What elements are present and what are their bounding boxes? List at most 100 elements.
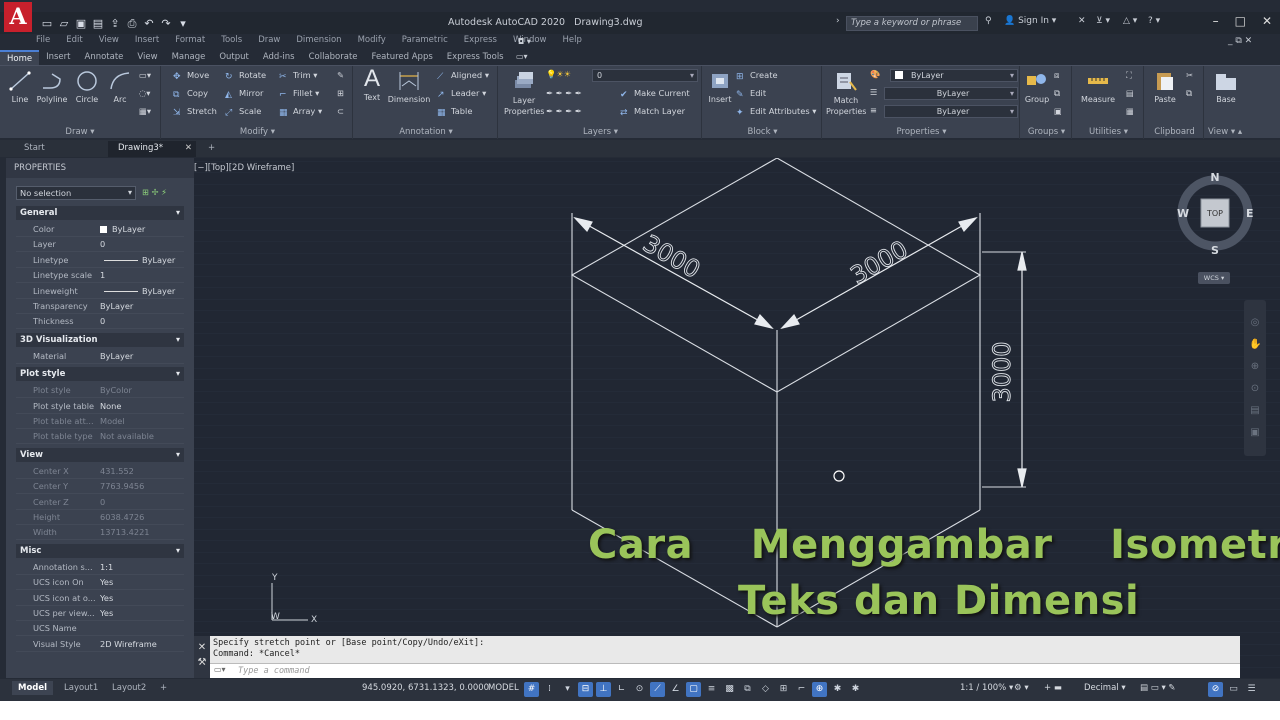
ribbon-tab-manage[interactable]: Manage — [165, 50, 213, 65]
menu-parametric[interactable]: Parametric — [402, 35, 448, 49]
stay-connected-icon[interactable]: △ ▾ — [1123, 16, 1137, 26]
model-layout-tab[interactable]: Model — [12, 681, 54, 695]
table-button[interactable]: ▦ Table — [437, 106, 472, 118]
ribbon-tab-annotate[interactable]: Annotate — [78, 50, 131, 65]
workspace-toggle-icon[interactable]: ◘ ▾ — [518, 37, 531, 46]
measure-tool[interactable]: Measure — [1078, 70, 1118, 104]
fullscreen-icon[interactable]: ▭ — [1226, 682, 1241, 697]
fillet-button[interactable]: ⌐ Fillet ▾ — [279, 88, 319, 100]
property-row[interactable]: Visual Style 2D Wireframe — [16, 637, 184, 652]
transparency-icon[interactable]: ▩ — [722, 682, 737, 697]
layout2-tab[interactable]: Layout2 — [106, 681, 152, 695]
property-row[interactable]: Linetype scale 1 — [16, 268, 184, 284]
layer-tools-row1[interactable]: ✒ ✒ ✒ ✒ — [546, 88, 582, 98]
compass-east[interactable]: E — [1246, 207, 1254, 220]
circle-tool[interactable]: Circle — [72, 70, 102, 104]
redo-icon[interactable]: ↷ — [159, 17, 173, 30]
customization-icon[interactable]: ☰ — [1244, 682, 1259, 697]
quick-select-icon[interactable]: ⛶ — [1126, 70, 1132, 81]
property-row[interactable]: Center Y 7763.9456 — [16, 479, 184, 495]
array-button[interactable]: ▦ Array ▾ — [279, 106, 322, 118]
ungroup-icon[interactable]: ⧈ — [1054, 70, 1059, 81]
selection-dropdown[interactable]: No selection — [16, 186, 136, 200]
command-input[interactable]: Type a command — [210, 663, 1240, 678]
layer-dropdown[interactable]: 0 — [592, 69, 698, 82]
new-tab-icon[interactable]: + — [202, 141, 220, 157]
arc-tool[interactable]: Arc — [108, 70, 132, 104]
property-row[interactable]: Center Z 0 — [16, 495, 184, 510]
lineweight-icon[interactable]: ☰ — [870, 87, 877, 97]
line-tool[interactable]: Line — [8, 70, 32, 104]
annotation-monitor-icon[interactable]: + ▬ — [1044, 683, 1062, 693]
ribbon-tab-featured-apps[interactable]: Featured Apps — [365, 50, 440, 65]
doc-window-controls[interactable]: _ ⧉ ✕ — [1228, 36, 1252, 46]
property-value[interactable]: 2D Wireframe — [100, 637, 157, 652]
section-general[interactable]: General — [16, 206, 184, 220]
snap-dropdown-icon[interactable]: ▾ — [560, 682, 575, 697]
command-recent-icon[interactable]: ▭▾ — [214, 665, 226, 674]
add-layout-icon[interactable]: + — [154, 681, 173, 695]
clean-screen-icon[interactable]: ⊘ — [1208, 682, 1223, 697]
command-line-controls[interactable]: ✕ ⚒ — [194, 636, 210, 678]
cart-icon[interactable]: ⊻ ▾ — [1096, 16, 1110, 26]
view-panel-label[interactable]: View ▾ ▴ — [1206, 127, 1254, 137]
close-command-icon[interactable]: ✕ — [194, 642, 210, 653]
ribbon-tab-collaborate[interactable]: Collaborate — [302, 50, 365, 65]
workspace-switch-icon[interactable]: ⚙ ▾ — [1014, 683, 1029, 693]
dimension-text-vertical[interactable]: 3000 — [988, 341, 1017, 403]
auto-scale-icon[interactable]: ✱ — [848, 682, 863, 697]
web-mobile-icon[interactable]: ⇪ — [108, 17, 122, 30]
edit-attributes-button[interactable]: ✦ Edit Attributes ▾ — [736, 106, 816, 118]
grid-icon[interactable]: # — [524, 682, 539, 697]
property-row[interactable]: Material ByLayer — [16, 349, 184, 364]
wcs-menu-button[interactable]: WCS ▾ — [1198, 272, 1230, 284]
property-value[interactable]: 431.552 — [100, 464, 134, 479]
layers-panel-label[interactable]: Layers ▾ — [500, 127, 701, 137]
property-value[interactable]: 0 — [100, 237, 105, 252]
gradient-icon[interactable]: ▦▾ — [139, 106, 151, 116]
move-button[interactable]: ✥ Move — [173, 70, 209, 82]
leader-button[interactable]: ↗ Leader ▾ — [437, 88, 486, 100]
ortho-icon[interactable]: ∟ — [614, 682, 629, 697]
property-row[interactable]: Linetype ByLayer — [16, 253, 184, 268]
annotation-scale[interactable]: 1:1 / 100% ▾ — [960, 683, 1013, 693]
mirror-button[interactable]: ◭ Mirror — [225, 88, 263, 100]
match-layer-button[interactable]: ⇄ Match Layer — [620, 106, 685, 118]
property-value[interactable]: 0 — [100, 495, 105, 510]
property-value[interactable]: Not available — [100, 429, 154, 444]
ribbon-tab-express-tools[interactable]: Express Tools — [440, 50, 511, 65]
search-chevron-icon[interactable]: › — [836, 16, 840, 26]
units-button[interactable]: Decimal ▾ — [1084, 683, 1126, 693]
trim-button[interactable]: ✂ Trim ▾ — [279, 70, 317, 82]
calculator-icon[interactable]: ▤ — [1126, 88, 1134, 98]
property-row[interactable]: Center X 431.552 — [16, 464, 184, 479]
sign-in-link[interactable]: 👤 Sign In ▾ — [1004, 16, 1056, 26]
menu-help[interactable]: Help — [563, 35, 582, 49]
cut-icon[interactable]: ✂ — [1186, 70, 1193, 80]
color-wheel-icon[interactable]: 🎨 — [870, 69, 880, 80]
property-value[interactable]: 13713.4221 — [100, 525, 150, 540]
base-view-tool[interactable]: Base — [1212, 70, 1240, 104]
make-current-button[interactable]: ✔ Make Current — [620, 88, 690, 100]
offset-icon[interactable]: ⊂ — [337, 106, 344, 116]
osnap-tracking-icon[interactable]: ∠ — [668, 682, 683, 697]
property-value[interactable]: Model — [100, 414, 125, 429]
scale-button[interactable]: ⤢ Scale — [225, 106, 261, 118]
property-row[interactable]: Layer 0 — [16, 237, 184, 253]
property-row[interactable]: Plot table type Not available — [16, 429, 184, 445]
viewcube-top-face[interactable]: TOP — [1206, 209, 1223, 218]
copy-clip-icon[interactable]: ⧉ — [1186, 88, 1192, 99]
property-value[interactable]: ByLayer — [100, 299, 133, 314]
property-value[interactable]: Yes — [100, 606, 113, 621]
layer-properties-tool[interactable]: Layer Properties — [504, 70, 544, 117]
linetype-icon[interactable]: ≡ — [870, 105, 877, 115]
minimize-icon[interactable]: – — [1213, 14, 1219, 28]
ribbon-tab-insert[interactable]: Insert — [39, 50, 77, 65]
section-view[interactable]: View — [16, 447, 184, 462]
navbar-icons[interactable]: ◎ ✋ ⊕ ⊙ ▤ ▣ — [1249, 312, 1261, 444]
polar-icon[interactable]: ⊙ — [632, 682, 647, 697]
autocad-logo-button[interactable]: A — [4, 2, 32, 32]
hatch-icon[interactable]: ◌▾ — [139, 88, 150, 98]
erase-icon[interactable]: ✎ — [337, 70, 344, 80]
property-row[interactable]: Annotation s... 1:1 — [16, 560, 184, 575]
